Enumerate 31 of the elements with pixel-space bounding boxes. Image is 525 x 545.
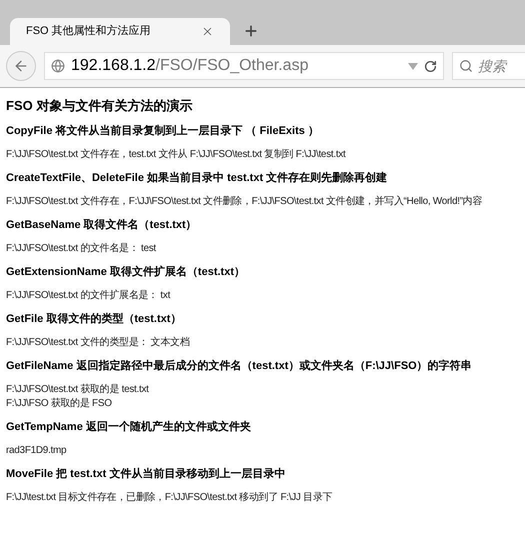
search-icon <box>459 59 473 73</box>
new-tab-icon[interactable] <box>243 23 259 39</box>
browser-tab[interactable]: FSO 其他属性和方法应用 <box>10 18 230 45</box>
result-text: F:\JJ\FSO\test.txt 的文件名是： test <box>6 242 158 256</box>
back-icon <box>13 58 29 74</box>
section-heading: GetTempName 返回一个随机产生的文件或文件夹 <box>6 420 252 434</box>
result-text: F:\JJ\FSO\test.txt 文件的类型是： 文本文档 <box>6 336 190 350</box>
page-title: FSO 对象与文件有关方法的演示 <box>6 97 194 115</box>
result-text: F:\JJ\test.txt 目标文件存在，已删除，F:\JJ\FSO\test.txt 移动到了 F:\JJ 目录下 <box>6 490 334 504</box>
reload-icon[interactable] <box>424 60 437 72</box>
section-heading: GetExtensionName 取得文件扩展名（test.txt） <box>6 264 246 278</box>
result-text: F:\JJ\FSO\test.txt 的文件扩展名是： txt <box>6 288 172 302</box>
result-text: rad3F1D9.tmp <box>6 444 68 458</box>
section-heading: GetFile 取得文件的类型（test.txt） <box>6 312 182 326</box>
section-heading: CopyFile 将文件从当前目录复制到上一层目录下 （ FileExits ） <box>6 124 320 138</box>
globe-icon <box>51 59 65 73</box>
section-heading: CreateTextFile、DeleteFile 如果当前目录中 test.txt 文件存在则先删除再创建 <box>6 170 388 184</box>
search-placeholder: 搜索 <box>478 56 506 76</box>
result-text: F:\JJ\FSO\test.txt 文件存在，F:\JJ\FSO\test.txt 文件删除，F:\JJ\FSO\test.txt 文件创建，并写入“Hello, World!”内容 <box>6 194 484 208</box>
result-text: F:\JJ\FSO\test.txt 获取的是 test.txt <box>6 382 150 396</box>
address-bar[interactable]: 192.168.1.2/FSO/FSO_Other.asp <box>44 52 444 80</box>
result-text: F:\JJ\FSO\test.txt 文件存在，test.txt 文件从 F:\JJ\FSO\test.txt 复制到 F:\JJ\test.txt <box>6 148 347 162</box>
section-heading: MoveFile 把 test.txt 文件从当前目录移动到上一层目录中 <box>6 466 286 480</box>
section-heading: GetBaseName 取得文件名（test.txt） <box>6 218 198 232</box>
close-icon[interactable] <box>201 25 214 38</box>
result-text: F:\JJ\FSO 获取的是 FSO <box>6 396 113 410</box>
back-button[interactable] <box>6 51 36 81</box>
search-field[interactable]: 搜索 <box>452 52 525 80</box>
url-text: 192.168.1.2/FSO/FSO_Other.asp <box>71 56 310 76</box>
tab-title: FSO 其他属性和方法应用 <box>26 24 152 40</box>
section-heading: GetFileName 返回指定路径中最后成分的文件名（test.txt）或文件夹名（F:\JJ\FSO）的字符串 <box>6 358 473 372</box>
